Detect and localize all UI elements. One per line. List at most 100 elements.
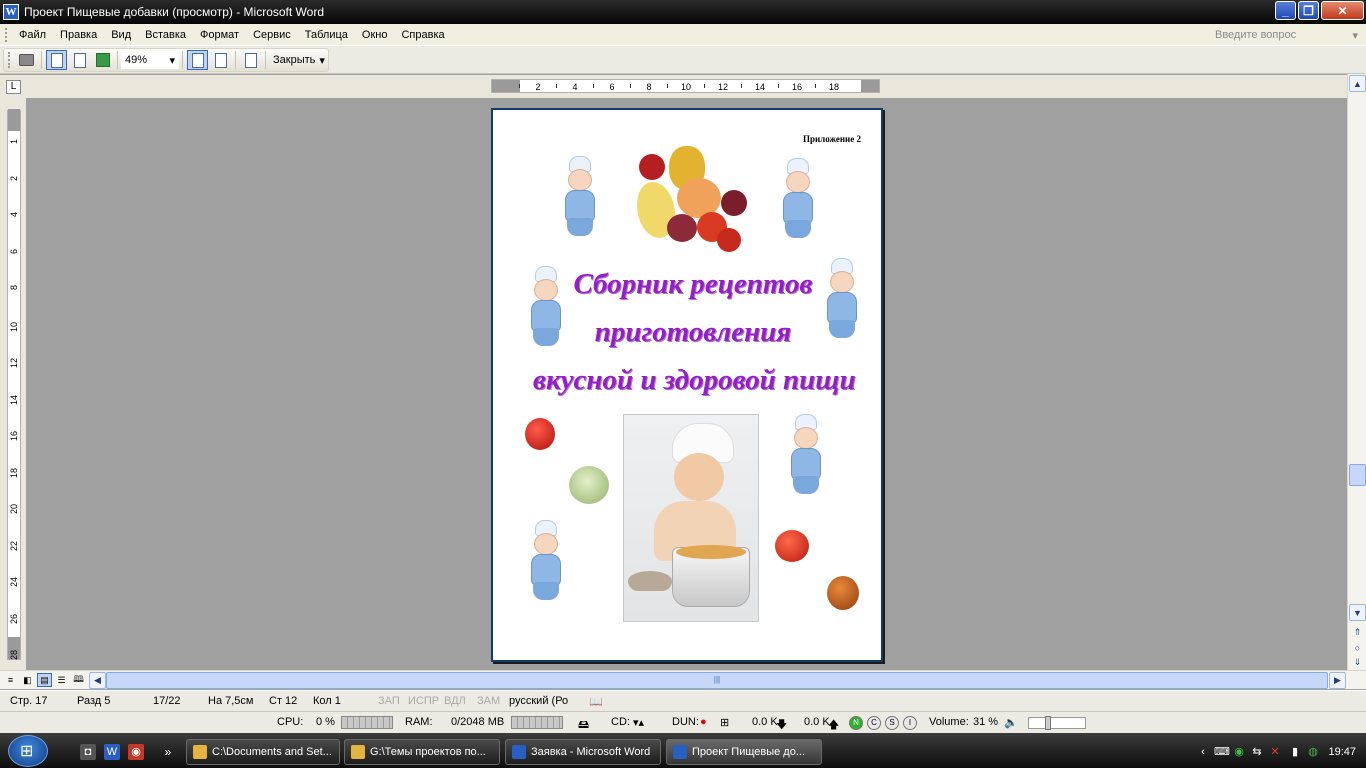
status-bar: Стр. 17 Разд 5 17/22 На 7,5см Ст 12 Кол … — [0, 690, 1366, 711]
tray-globe-icon[interactable]: ◍ — [1306, 745, 1320, 759]
menu-grip[interactable] — [5, 27, 8, 42]
ruler-tick-label: 26 — [9, 613, 19, 624]
tray-keyboard-icon[interactable]: ⌨ — [1214, 745, 1230, 759]
tray-network-icon[interactable]: ⇆ — [1250, 745, 1264, 759]
magnifier-button[interactable] — [46, 50, 67, 70]
status-extend-selection[interactable]: ВДЛ — [444, 695, 466, 707]
tray-expand-icon[interactable]: ‹ — [1196, 745, 1210, 759]
multiple-pages-button[interactable] — [92, 50, 113, 70]
full-screen-button[interactable] — [240, 50, 261, 70]
status-record-macro[interactable]: ЗАП — [378, 695, 400, 707]
print-button[interactable] — [16, 50, 37, 70]
magnifier-page-icon — [50, 52, 63, 68]
taskbar-clock[interactable]: 19:47 — [1328, 746, 1356, 758]
menu-format[interactable]: Формат — [193, 29, 246, 41]
tray-alert-icon[interactable]: ✕ — [1268, 745, 1282, 759]
start-button[interactable] — [8, 735, 48, 767]
close-preview-button[interactable]: Закрыть — [269, 54, 319, 66]
scroll-down-button[interactable]: ▼ — [1349, 604, 1366, 621]
system-monitor-bar: CPU: 0 % RAM: 0/2048 MB 🖴 CD: ▾▴ DUN: ● … — [0, 711, 1366, 733]
top-margin-marker[interactable] — [8, 109, 20, 131]
toolbar-options-icon[interactable]: ▾ — [319, 54, 325, 67]
normal-view-button[interactable]: ≡ — [3, 673, 18, 687]
ask-question-box[interactable]: Введите вопрос ▾ — [1212, 27, 1358, 43]
status-column: Кол 1 — [313, 695, 341, 707]
cd-eject-icon[interactable]: ▾▴ — [633, 716, 644, 729]
volume-value: 31 % — [973, 716, 999, 728]
horizontal-ruler[interactable]: 2 4 6 8 10 12 14 16 18 — [491, 79, 880, 93]
toolbar-grip[interactable] — [8, 52, 11, 68]
tray-battery-icon[interactable]: ▮ — [1288, 745, 1302, 759]
opera-quicklaunch-icon[interactable]: ◉ — [128, 744, 144, 760]
horizontal-ruler-scale: 2 4 6 8 10 12 14 16 18 — [519, 82, 839, 92]
tab-selector-button[interactable]: L — [6, 80, 21, 94]
ruler-tick-label: 12 — [718, 82, 728, 92]
menu-window[interactable]: Окно — [355, 29, 395, 41]
web-layout-button[interactable]: ◧ — [20, 673, 35, 687]
toolbar-separator — [182, 51, 183, 69]
chef-head — [534, 533, 558, 555]
spelling-status-icon[interactable]: 📖 — [589, 695, 603, 708]
status-track-changes[interactable]: ИСПР — [408, 695, 439, 707]
task-word-project[interactable]: Проект Пищевые до... — [666, 739, 822, 765]
vertical-scroll-thumb[interactable] — [1349, 464, 1366, 486]
scroll-up-button[interactable]: ▲ — [1349, 75, 1366, 92]
title-line-2: приготовления — [594, 316, 792, 348]
ram-meter — [511, 716, 563, 729]
restore-button[interactable]: ❐ — [1298, 1, 1319, 20]
photo-soup — [676, 545, 746, 559]
network-icon[interactable]: ⊞ — [720, 716, 729, 729]
dun-label: DUN: — [672, 716, 699, 728]
menu-view[interactable]: Вид — [104, 29, 138, 41]
shrink-to-fit-button[interactable] — [210, 50, 231, 70]
tray-app-icon[interactable]: ◉ — [1232, 745, 1246, 759]
status-overtype[interactable]: ЗАМ — [477, 695, 500, 707]
one-page-button[interactable] — [69, 50, 90, 70]
volume-slider-knob[interactable] — [1045, 716, 1051, 730]
task-word-application[interactable]: Заявка - Microsoft Word — [505, 739, 661, 765]
multiple-pages-icon — [95, 53, 110, 67]
status-page: Стр. 17 — [10, 695, 48, 707]
menu-table[interactable]: Таблица — [298, 29, 355, 41]
task-explorer-projects[interactable]: G:\Темы проектов по... — [344, 739, 500, 765]
next-page-button[interactable]: ⇓ — [1349, 654, 1366, 671]
dropdown-arrow-icon: ▾ — [1352, 29, 1358, 42]
status-language[interactable]: русский (Ро — [509, 695, 568, 707]
scroll-right-button[interactable]: ▶ — [1329, 672, 1346, 689]
ram-label: RAM: — [405, 716, 433, 728]
minimize-button[interactable]: _ — [1275, 1, 1296, 20]
ruler-tick-label: 6 — [609, 82, 614, 92]
menu-edit[interactable]: Правка — [53, 29, 104, 41]
menu-help[interactable]: Справка — [394, 29, 451, 41]
document-page[interactable]: Приложение 2 Сборник рецептов приготовле… — [491, 108, 883, 662]
close-window-button[interactable]: ✕ — [1321, 1, 1364, 20]
appendix-label: Приложение 2 — [802, 134, 861, 144]
print-layout-button[interactable]: ▤ — [37, 673, 52, 687]
word-app-icon[interactable]: W — [3, 4, 19, 20]
reading-layout-button[interactable]: 🕮 — [71, 673, 86, 687]
speaker-icon[interactable]: 🔈 — [1004, 716, 1018, 729]
volume-slider[interactable] — [1028, 716, 1086, 730]
task-label: Проект Пищевые до... — [692, 746, 806, 758]
photo-pot-lid — [628, 571, 672, 591]
menu-insert[interactable]: Вставка — [138, 29, 193, 41]
plum-shape — [721, 190, 747, 216]
view-ruler-button[interactable] — [187, 50, 208, 70]
task-explorer-documents[interactable]: C:\Documents and Set... — [186, 739, 340, 765]
zoom-select[interactable]: 49% ▾ — [121, 51, 179, 69]
scroll-left-button[interactable]: ◀ — [89, 672, 106, 689]
chef-illustration — [775, 158, 819, 240]
ruler-tick-label: 2 — [535, 82, 540, 92]
horizontal-scrollbar[interactable]: ◀ ||| ▶ — [89, 672, 1346, 689]
word-quicklaunch-icon[interactable]: W — [104, 744, 120, 760]
chef-illustration — [557, 156, 601, 238]
vertical-scrollbar[interactable]: ▲ ▼ ⇑ ○ ⇓ — [1347, 74, 1366, 670]
horizontal-scroll-thumb[interactable]: ||| — [106, 672, 1328, 689]
menu-file[interactable]: Файл — [12, 29, 53, 41]
status-section: Разд 5 — [77, 695, 111, 707]
show-desktop-icon[interactable]: ◘ — [80, 744, 96, 760]
outline-view-button[interactable]: ☰ — [54, 673, 69, 687]
more-quicklaunch-icon[interactable]: » — [160, 744, 176, 760]
menu-tools[interactable]: Сервис — [246, 29, 298, 41]
vertical-ruler[interactable]: 1 2 4 6 8 10 12 14 16 18 20 22 24 26 28 — [7, 109, 21, 660]
